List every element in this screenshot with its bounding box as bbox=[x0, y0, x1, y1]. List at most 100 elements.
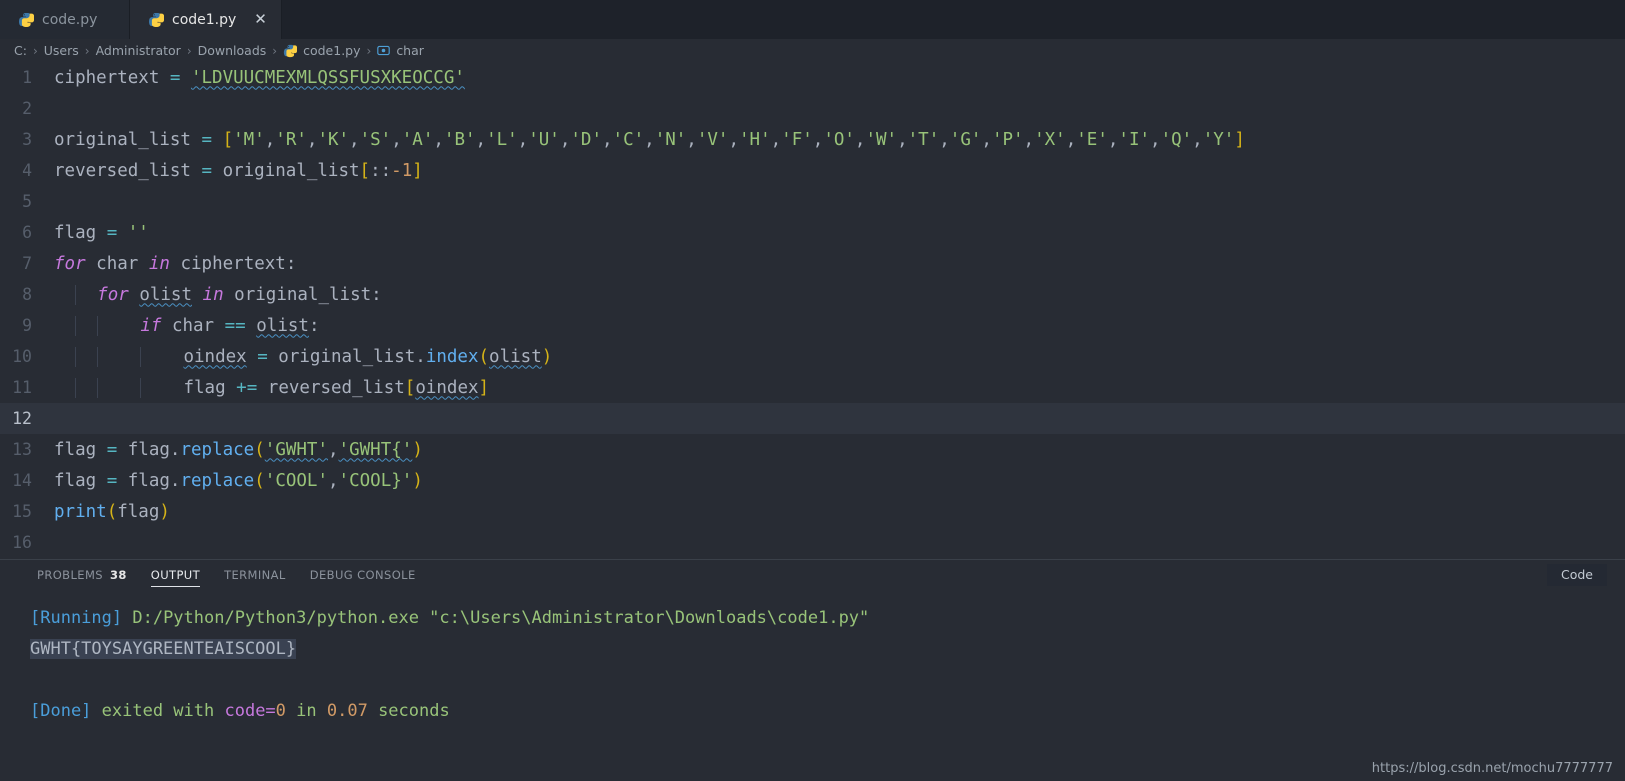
token-bracket: ( bbox=[254, 470, 265, 491]
breadcrumb-separator-icon: › bbox=[32, 43, 38, 58]
token-punct: , bbox=[433, 129, 444, 150]
editor-tab-code1-py[interactable]: code1.py ✕ bbox=[130, 0, 282, 39]
token-string: 'F' bbox=[781, 129, 813, 150]
panel-tab-output[interactable]: OUTPUT bbox=[139, 560, 212, 590]
output-channel-selector[interactable]: Code bbox=[1546, 564, 1607, 586]
token-operator: = bbox=[96, 470, 128, 491]
breadcrumb-item-symbol-char[interactable]: char bbox=[396, 43, 424, 58]
token-operator: = bbox=[190, 160, 223, 181]
token-punct: , bbox=[475, 129, 487, 150]
code-line[interactable]: 5 bbox=[0, 186, 1625, 217]
token-bracket: ) bbox=[412, 439, 423, 460]
token-string: 'O' bbox=[823, 129, 855, 150]
code-editor[interactable]: 1 ciphertext = 'LDVUUCMEXMLQSSFUSXKEOCCG… bbox=[0, 62, 1625, 559]
line-number: 9 bbox=[22, 316, 32, 335]
line-number: 5 bbox=[22, 192, 32, 211]
output-view[interactable]: [Running] D:/Python/Python3/python.exe "… bbox=[0, 590, 1625, 781]
code-line[interactable]: 13 flag = flag.replace('GWHT','GWHT{') bbox=[0, 434, 1625, 465]
panel-tab-terminal[interactable]: TERMINAL bbox=[212, 560, 298, 590]
token-punct: , bbox=[1150, 129, 1161, 150]
token-variable: olist bbox=[489, 346, 542, 367]
token-operator: - bbox=[391, 160, 402, 181]
code-line[interactable]: 9 if char == olist: bbox=[0, 310, 1625, 341]
token-string: 'G' bbox=[949, 129, 982, 150]
line-number: 16 bbox=[12, 533, 32, 552]
code-line[interactable]: 10 oindex = original_list.index(olist) bbox=[0, 341, 1625, 372]
editor-tab-code-py[interactable]: code.py bbox=[0, 0, 130, 39]
code-line-content: flag = flag.replace('COOL','COOL}') bbox=[54, 471, 423, 491]
code-line[interactable]: 1 ciphertext = 'LDVUUCMEXMLQSSFUSXKEOCCG… bbox=[0, 62, 1625, 93]
breadcrumb-item-drive[interactable]: C: bbox=[14, 43, 27, 58]
token-function: print bbox=[54, 501, 107, 522]
panel-tab-label: DEBUG CONSOLE bbox=[309, 568, 416, 582]
panel-tab-bar: PROBLEMS 38 OUTPUT TERMINAL DEBUG CONSOL… bbox=[0, 560, 1625, 590]
panel-tab-problems[interactable]: PROBLEMS 38 bbox=[25, 560, 139, 590]
token-string: 'V' bbox=[696, 129, 729, 150]
token-keyword-for: for bbox=[54, 253, 86, 274]
token-operator: += bbox=[236, 377, 258, 398]
token-string: 'E' bbox=[1076, 129, 1108, 150]
token-function: index bbox=[425, 346, 479, 367]
panel-tab-label: PROBLEMS bbox=[37, 568, 103, 582]
breadcrumb-separator-icon: › bbox=[272, 43, 278, 58]
code-line-content: for char in ciphertext: bbox=[54, 254, 296, 274]
code-line[interactable]: 15 print(flag) bbox=[0, 496, 1625, 527]
token-operator: = bbox=[159, 67, 191, 88]
token-string: 'K' bbox=[317, 129, 350, 150]
token-bracket: ) bbox=[412, 470, 423, 491]
token-punct: , bbox=[1023, 129, 1035, 150]
token-string: 'W' bbox=[865, 129, 898, 150]
token-punct: , bbox=[601, 129, 613, 150]
done-tag: [Done] bbox=[30, 700, 92, 721]
token-bracket: ) bbox=[159, 501, 170, 522]
line-number: 14 bbox=[12, 471, 32, 490]
line-number: 3 bbox=[22, 130, 32, 149]
token-punct: , bbox=[728, 129, 739, 150]
token-variable: char bbox=[96, 253, 139, 274]
code-line[interactable]: 3 original_list = ['M','R','K','S','A','… bbox=[0, 124, 1625, 155]
bottom-panel: PROBLEMS 38 OUTPUT TERMINAL DEBUG CONSOL… bbox=[0, 559, 1625, 781]
token-punct: , bbox=[1107, 129, 1119, 150]
breadcrumb-item-administrator[interactable]: Administrator bbox=[96, 43, 181, 58]
line-number: 13 bbox=[12, 440, 32, 459]
token-variable: olist bbox=[139, 284, 192, 305]
vscode-window: code.py code1.py ✕ C: › Users › Administ… bbox=[0, 0, 1625, 781]
code-line[interactable]: 4 reversed_list = original_list[::-1] bbox=[0, 155, 1625, 186]
code-line-content: original_list = ['M','R','K','S','A','B'… bbox=[54, 130, 1245, 150]
code-line[interactable]: 11 flag += reversed_list[oindex] bbox=[0, 372, 1625, 403]
token-variable: flag bbox=[183, 377, 226, 398]
close-icon[interactable]: ✕ bbox=[254, 12, 267, 27]
token-variable: oindex bbox=[183, 346, 247, 367]
code-line[interactable]: 8 for olist in original_list: bbox=[0, 279, 1625, 310]
breadcrumb-item-file[interactable]: code1.py bbox=[303, 43, 360, 58]
breadcrumb-separator-icon: › bbox=[186, 43, 192, 58]
code-line-content: flag = '' bbox=[54, 223, 149, 243]
token-punct: , bbox=[328, 439, 339, 460]
token-variable: olist bbox=[256, 315, 309, 336]
code-line[interactable]: 2 bbox=[0, 93, 1625, 124]
code-line[interactable]: 16 bbox=[0, 527, 1625, 558]
breadcrumb-item-downloads[interactable]: Downloads bbox=[198, 43, 267, 58]
token-punct: :: bbox=[370, 160, 392, 181]
breadcrumb: C: › Users › Administrator › Downloads ›… bbox=[0, 39, 1625, 62]
breadcrumb-item-users[interactable]: Users bbox=[44, 43, 79, 58]
output-line-done: [Done] exited with code= 0 in 0.07 second… bbox=[0, 695, 1625, 726]
code-line[interactable]: 14 flag = flag.replace('COOL','COOL}') bbox=[0, 465, 1625, 496]
code-line[interactable]: 7 for char in ciphertext: bbox=[0, 248, 1625, 279]
python-icon bbox=[148, 12, 165, 28]
token-punct: , bbox=[981, 129, 992, 150]
token-punct: , bbox=[328, 470, 339, 491]
code-line-content: flag = flag.replace('GWHT','GWHT{') bbox=[54, 440, 423, 460]
panel-tab-debug-console[interactable]: DEBUG CONSOLE bbox=[298, 560, 428, 590]
line-number: 1 bbox=[22, 68, 32, 87]
code-line[interactable]: 6 flag = '' bbox=[0, 217, 1625, 248]
line-number: 12 bbox=[12, 409, 32, 428]
code-line-active[interactable]: 12 bbox=[0, 403, 1625, 434]
line-number: 6 bbox=[22, 223, 32, 242]
token-string: 'X' bbox=[1034, 129, 1066, 150]
code-line-content: ciphertext = 'LDVUUCMEXMLQSSFUSXKEOCCG' bbox=[54, 68, 465, 88]
